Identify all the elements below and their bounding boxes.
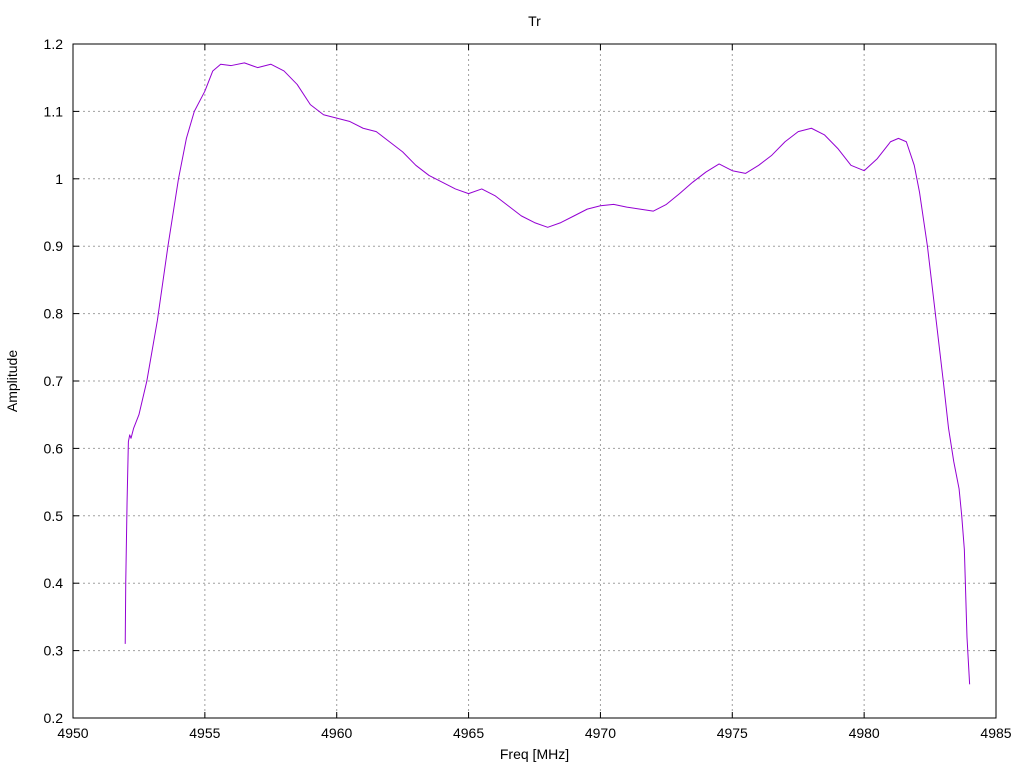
y-tick-label: 0.2 bbox=[44, 710, 64, 726]
x-tick-label: 4970 bbox=[585, 725, 616, 741]
y-tick-label: 0.5 bbox=[44, 508, 64, 524]
y-tick-label: 0.9 bbox=[44, 238, 64, 254]
background bbox=[0, 0, 1024, 768]
x-tick-label: 4980 bbox=[849, 725, 880, 741]
y-tick-label: 1.2 bbox=[44, 36, 64, 52]
y-tick-label: 0.6 bbox=[44, 440, 64, 456]
y-axis-label: Amplitude bbox=[4, 350, 20, 412]
x-tick-label: 4985 bbox=[980, 725, 1011, 741]
y-tick-label: 0.7 bbox=[44, 373, 64, 389]
x-axis-label: Freq [MHz] bbox=[500, 746, 569, 762]
y-tick-label: 0.4 bbox=[44, 575, 64, 591]
x-tick-label: 4965 bbox=[453, 725, 484, 741]
x-tick-label: 4960 bbox=[321, 725, 352, 741]
x-tick-label: 4955 bbox=[189, 725, 220, 741]
y-tick-label: 0.8 bbox=[44, 306, 64, 322]
x-tick-label: 4950 bbox=[57, 725, 88, 741]
chart: Tr Freq [MHz] Amplitude 4950 4955 4960 4965… bbox=[0, 0, 1024, 768]
y-tick-label: 1 bbox=[55, 171, 63, 187]
y-tick-label: 1.1 bbox=[44, 103, 64, 119]
x-tick-label: 4975 bbox=[717, 725, 748, 741]
chart-title: Tr bbox=[528, 13, 541, 29]
y-tick-label: 0.3 bbox=[44, 643, 64, 659]
